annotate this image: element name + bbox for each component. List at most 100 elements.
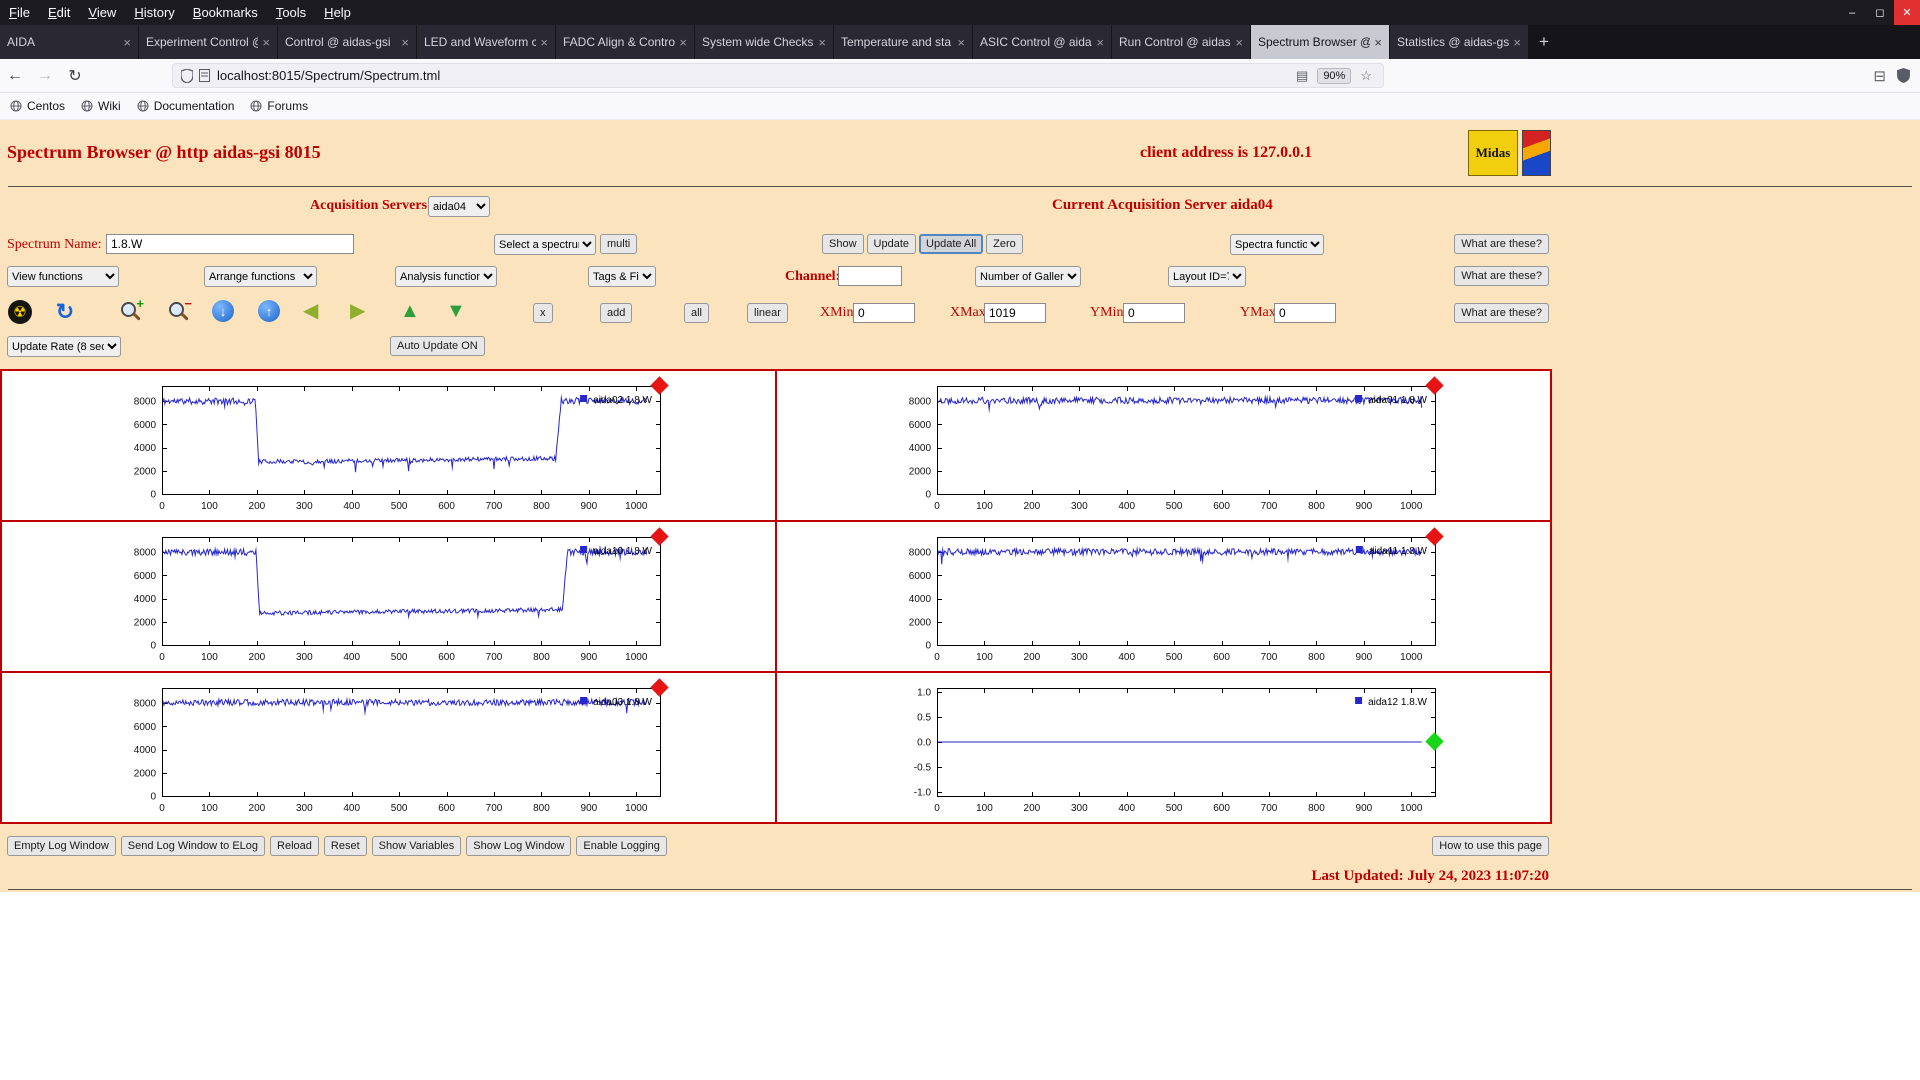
ymax-input[interactable] [1274, 303, 1336, 323]
select-spectrum-dropdown[interactable]: Select a spectrum [494, 234, 596, 255]
zoom-level-badge[interactable]: 90% [1317, 67, 1352, 84]
xmin-input[interactable] [853, 303, 915, 323]
zoom-in-icon[interactable]: + [118, 296, 144, 324]
all-button[interactable]: all [684, 303, 710, 324]
zoom-out-icon[interactable]: − [166, 296, 192, 324]
minimize-button[interactable]: – [1838, 0, 1866, 25]
acquisition-server-select[interactable]: aida04 [428, 196, 490, 217]
green-up-arrow-icon[interactable]: ▲ [400, 300, 420, 322]
tab-close-icon[interactable]: × [818, 35, 826, 50]
gallery-panel-aida12[interactable] [777, 673, 1550, 822]
spectrum-plot-canvas[interactable] [878, 375, 1449, 516]
what-are-these-button[interactable]: What are these? [1454, 266, 1549, 287]
maximize-button[interactable]: ◻ [1866, 0, 1894, 25]
send-log-to-elog-button[interactable]: Send Log Window to ELog [120, 836, 266, 857]
bookmark-documentation[interactable]: Documentation [137, 99, 234, 113]
tab-close-icon[interactable]: × [679, 35, 687, 50]
tab-led-waveform[interactable]: LED and Waveform c × [417, 25, 556, 59]
gallery-panel-aida03[interactable] [2, 673, 775, 822]
tab-close-icon[interactable]: × [1096, 35, 1104, 50]
bookmark-star-icon[interactable]: ☆ [1360, 68, 1372, 84]
tab-run-control[interactable]: Run Control @ aidas × [1112, 25, 1251, 59]
secondary-logo[interactable] [1522, 130, 1551, 176]
tab-close-icon[interactable]: × [123, 35, 131, 50]
reload-page-button[interactable]: Reload [270, 836, 319, 857]
spectrum-plot-canvas[interactable] [878, 677, 1449, 818]
menu-help[interactable]: Help [315, 2, 360, 23]
x-button[interactable]: x [533, 303, 553, 324]
page-icon[interactable] [199, 69, 210, 82]
spectrum-plot-canvas[interactable] [103, 526, 674, 667]
menu-history[interactable]: History [125, 2, 183, 23]
tab-system-checks[interactable]: System wide Checks × [695, 25, 834, 59]
tab-close-icon[interactable]: × [1374, 35, 1382, 50]
tab-close-icon[interactable]: × [401, 35, 409, 50]
menu-file[interactable]: File [0, 2, 39, 23]
update-button[interactable]: Update [866, 234, 917, 255]
linear-button[interactable]: linear [747, 303, 788, 324]
green-right-arrow-icon[interactable]: ▶ [350, 300, 365, 322]
gallery-panel-aida11[interactable] [777, 522, 1550, 671]
gallery-panel-aida01[interactable] [777, 371, 1550, 520]
number-of-galleries-dropdown[interactable]: Number of Galleries [975, 266, 1081, 287]
library-icon[interactable]: ⊟ [1873, 67, 1886, 85]
bookmark-centos[interactable]: Centos [10, 99, 65, 113]
refresh-icon[interactable]: ↻ [52, 299, 78, 324]
show-variables-button[interactable]: Show Variables [371, 836, 462, 857]
gallery-panel-aida02[interactable] [2, 371, 775, 520]
bookmark-wiki[interactable]: Wiki [81, 99, 121, 113]
zero-button[interactable]: Zero [986, 234, 1023, 255]
account-shield-icon[interactable] [1897, 68, 1910, 83]
what-are-these-button[interactable]: What are these? [1454, 303, 1549, 324]
forward-button[interactable]: → [30, 67, 60, 85]
menu-tools[interactable]: Tools [267, 2, 315, 23]
new-tab-button[interactable]: + [1529, 25, 1559, 59]
channel-input[interactable] [838, 266, 902, 286]
bookmark-forums[interactable]: Forums [250, 99, 308, 113]
shield-icon[interactable] [181, 68, 193, 83]
arrange-functions-dropdown[interactable]: Arrange functions [204, 266, 317, 287]
reader-mode-icon[interactable]: ▤ [1296, 68, 1308, 84]
spectrum-plot-canvas[interactable] [878, 526, 1449, 667]
menu-edit[interactable]: Edit [39, 2, 79, 23]
tab-fadc-align[interactable]: FADC Align & Contro × [556, 25, 695, 59]
tab-aida[interactable]: AIDA × [0, 25, 139, 59]
layout-id-dropdown[interactable]: Layout ID=7 [1168, 266, 1246, 287]
reset-button[interactable]: Reset [323, 836, 367, 857]
tab-close-icon[interactable]: × [540, 35, 548, 50]
menu-view[interactable]: View [79, 2, 125, 23]
gallery-panel-aida10[interactable] [2, 522, 775, 671]
multi-button[interactable]: multi [600, 234, 638, 255]
midas-logo[interactable]: Midas [1468, 130, 1518, 176]
empty-log-window-button[interactable]: Empty Log Window [7, 836, 116, 857]
tab-control[interactable]: Control @ aidas-gsi × [278, 25, 417, 59]
green-down-arrow-icon[interactable]: ▼ [446, 300, 466, 322]
back-button[interactable]: ← [0, 67, 30, 85]
tags-fits-dropdown[interactable]: Tags & Fits [588, 266, 656, 287]
add-button[interactable]: add [600, 303, 633, 324]
blue-down-arrow-icon[interactable]: ↓ [212, 300, 234, 322]
green-left-arrow-icon[interactable]: ◀ [303, 300, 318, 322]
menu-bookmarks[interactable]: Bookmarks [184, 2, 267, 23]
ymin-input[interactable] [1123, 303, 1185, 323]
xmax-input[interactable] [984, 303, 1046, 323]
radiation-icon[interactable]: ☢ [8, 300, 32, 324]
tab-close-icon[interactable]: × [1235, 35, 1243, 50]
tab-close-icon[interactable]: × [1513, 35, 1521, 50]
tab-spectrum-browser-active[interactable]: Spectrum Browser @ × [1251, 25, 1390, 59]
view-functions-dropdown[interactable]: View functions [7, 266, 119, 287]
auto-update-button[interactable]: Auto Update ON [390, 336, 485, 357]
show-log-window-button[interactable]: Show Log Window [466, 836, 572, 857]
tab-close-icon[interactable]: × [262, 35, 270, 50]
tab-statistics[interactable]: Statistics @ aidas-gsi × [1390, 25, 1529, 59]
url-bar[interactable]: localhost:8015/Spectrum/Spectrum.tml ▤ 9… [172, 63, 1384, 88]
update-all-button[interactable]: Update All [919, 234, 984, 255]
spectrum-plot-canvas[interactable] [103, 375, 674, 516]
spectra-functions-dropdown[interactable]: Spectra functions [1230, 234, 1324, 255]
what-are-these-button[interactable]: What are these? [1454, 234, 1549, 255]
show-button[interactable]: Show [822, 234, 864, 255]
blue-up-arrow-icon[interactable]: ↑ [258, 300, 280, 322]
spectrum-plot-canvas[interactable] [103, 677, 674, 818]
analysis-functions-dropdown[interactable]: Analysis functions [395, 266, 497, 287]
how-to-use-button[interactable]: How to use this page [1432, 836, 1549, 857]
